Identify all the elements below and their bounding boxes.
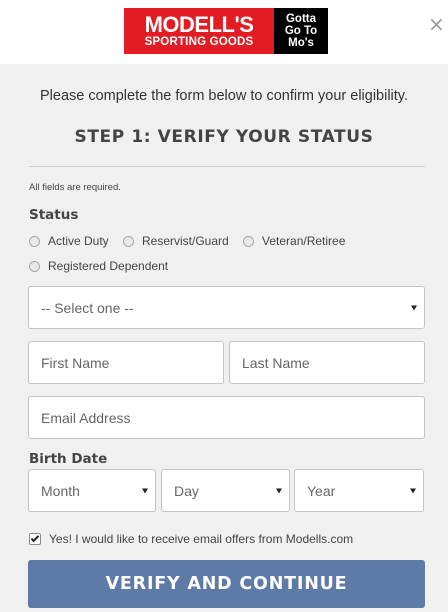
radio-label: Veteran/Retiree [262, 234, 346, 248]
birth-day-select[interactable]: Day [161, 469, 290, 512]
optin-checkbox[interactable] [29, 533, 41, 545]
logo-tagline-line: Gotta [285, 13, 317, 25]
radio-label: Active Duty [48, 234, 109, 248]
close-icon[interactable]: × [428, 12, 445, 36]
status-select[interactable]: -- Select one -- [28, 286, 425, 329]
email-placeholder: Email Address [41, 409, 131, 426]
verify-and-continue-button[interactable]: VERIFY AND CONTINUE [28, 560, 425, 608]
intro-text: Please complete the form below to confir… [39, 88, 409, 104]
header: MODELL'S SPORTING GOODS Gotta Go To Mo's… [0, 0, 448, 64]
last-name-placeholder: Last Name [242, 354, 310, 371]
radio-veteran-retiree[interactable]: Veteran/Retiree [243, 234, 345, 248]
radio-reservist-guard[interactable]: Reservist/Guard [123, 234, 229, 248]
logo-tagline-line: Mo's [288, 37, 314, 49]
status-select-value: -- Select one -- [41, 299, 134, 316]
radio-circle[interactable] [123, 235, 134, 247]
birth-day-value: Day [174, 482, 199, 499]
radio-active-duty[interactable]: Active Duty [29, 234, 109, 248]
birth-year-select[interactable]: Year [294, 469, 424, 512]
birth-month-select[interactable]: Month [28, 469, 156, 512]
required-note: All fields are required. [29, 182, 121, 193]
logo-tagline-line: Go To [284, 25, 318, 37]
birth-month-value: Month [41, 482, 80, 499]
radio-label: Registered Dependent [48, 259, 169, 273]
radio-label: Reservist/Guard [142, 234, 229, 248]
modells-logo: MODELL'S SPORTING GOODS Gotta Go To Mo's [124, 8, 328, 54]
email-optin[interactable]: Yes! I would like to receive email offer… [29, 532, 353, 546]
step-title: STEP 1: VERIFY YOUR STATUS [74, 127, 374, 147]
email-field[interactable]: Email Address [28, 396, 425, 439]
status-label: Status [29, 207, 79, 223]
birth-date-label: Birth Date [29, 451, 108, 467]
radio-registered-dependent[interactable]: Registered Dependent [29, 259, 168, 273]
logo-tagline: Gotta Go To Mo's [274, 8, 328, 54]
radio-circle[interactable] [29, 235, 40, 247]
divider [29, 166, 425, 167]
last-name-field[interactable]: Last Name [229, 341, 425, 384]
chevron-down-icon [276, 488, 282, 493]
logo-line-2: SPORTING GOODS [144, 35, 254, 48]
chevron-down-icon [411, 305, 417, 310]
optin-label: Yes! I would like to receive email offer… [49, 532, 354, 546]
checkmark-icon [30, 533, 40, 543]
radio-circle[interactable] [243, 235, 254, 247]
logo-wordmark: MODELL'S SPORTING GOODS [124, 8, 274, 54]
chevron-down-icon [142, 488, 148, 493]
first-name-field[interactable]: First Name [28, 341, 224, 384]
logo-line-1: MODELL'S [144, 11, 254, 37]
chevron-down-icon [410, 488, 416, 493]
birth-year-value: Year [307, 482, 336, 499]
first-name-placeholder: First Name [41, 354, 110, 371]
radio-circle[interactable] [29, 260, 40, 272]
